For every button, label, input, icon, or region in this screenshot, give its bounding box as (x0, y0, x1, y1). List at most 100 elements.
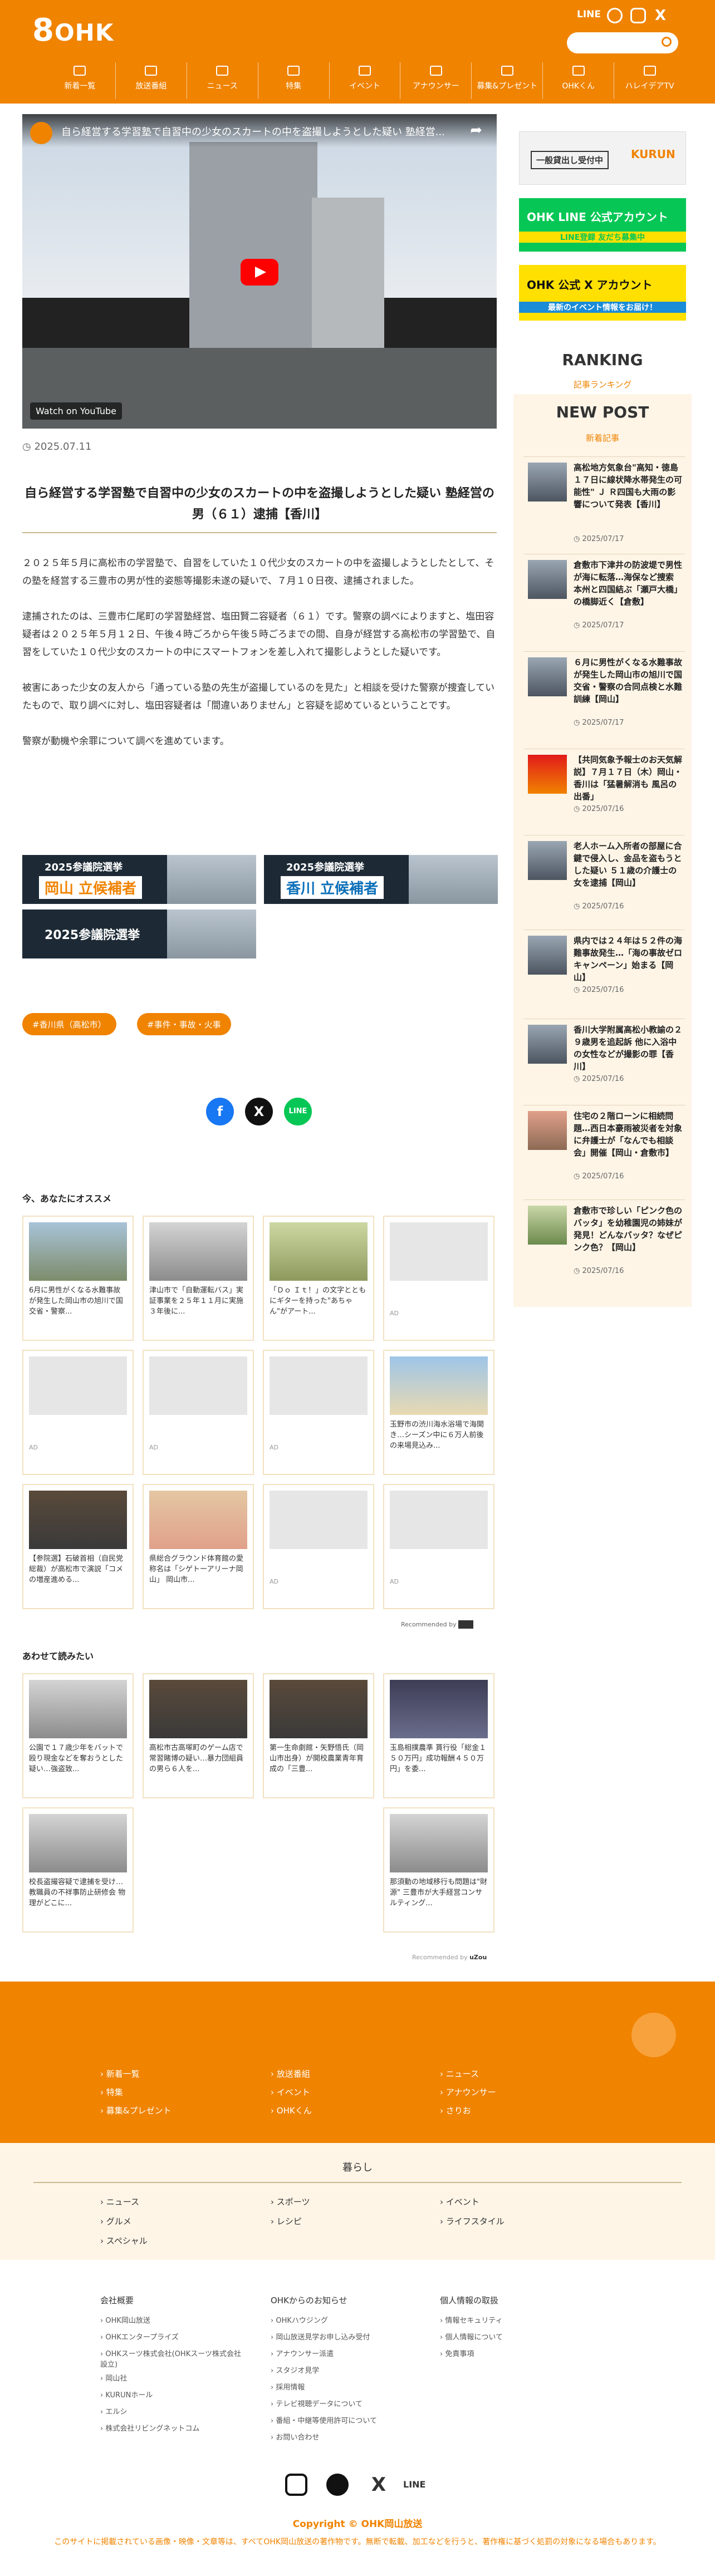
new-post-item[interactable]: 県内では２４年は５２件の海難事故発生…「海の事故ゼロキャンペーン」始まる【岡山】… (523, 930, 685, 1024)
company-link[interactable]: › OHK岡山放送 (100, 2314, 150, 2325)
recommend-card[interactable]: 玉野市の渋川海水浴場で海開き…シーズン中に６万人前後の来場見込み... (383, 1350, 494, 1475)
ad-card[interactable]: AD (263, 1484, 374, 1609)
instagram-icon[interactable] (285, 2474, 307, 2496)
recommend-card[interactable]: 津山市で「自動運転バス」実証事業を２５年１１月に実施 ３年後に... (143, 1216, 254, 1341)
ad-card[interactable]: AD (383, 1216, 494, 1341)
company-link[interactable]: › 株式会社リビングネットコム (100, 2422, 199, 2433)
okayama-candidates-banner[interactable]: 2025参議院選挙 岡山 立候補者 (22, 855, 256, 904)
recommend-card[interactable]: 6月に男性がくなる水難事故が発生した岡山市の旭川で国交省・警察... (22, 1216, 134, 1341)
x-share-icon[interactable]: X (245, 1098, 273, 1125)
tag-kagawa[interactable]: #香川県（高松市） (22, 1013, 116, 1035)
nav-programs[interactable]: 放送番組 (115, 62, 187, 99)
related-card[interactable]: 第一生命劇館・矢野悟氏（岡山市出身）が開校農業青年育成の「三豊... (263, 1673, 374, 1798)
new-post-item[interactable]: 老人ホーム入所者の部屋に合鍵で侵入し、金品を盗もうとした疑い ５１歳の介護士の女… (523, 835, 685, 930)
ranking-subtitle[interactable]: 記事ランキング (519, 378, 686, 390)
company-link[interactable]: › エルシ (100, 2406, 127, 2416)
line-account-banner[interactable]: OHK LINE 公式アカウント LINE登録 友だち募集中 (519, 198, 686, 252)
notice-link[interactable]: › スタジオ見学 (271, 2364, 319, 2375)
facebook-icon[interactable] (326, 2474, 349, 2496)
new-post-item[interactable]: 倉敷市下津井の防波堤で男性が海に転落…海保など捜索 本州と四国結ぶ「瀬戸大橋」の… (523, 554, 685, 648)
share-icon[interactable]: ➦ (470, 122, 482, 139)
related-card[interactable]: 玉島相撲農準 貰行役「総金１５０万円」成功報酬４５０万円」を委... (383, 1673, 494, 1798)
ad-card[interactable]: AD (383, 1484, 494, 1609)
kurashi-link[interactable]: › イベント (440, 2196, 479, 2208)
notice-link[interactable]: › 岡山放送見学お申し込み受付 (271, 2331, 370, 2342)
watch-on-youtube-link[interactable]: Watch on YouTube (30, 402, 122, 420)
nav-hareidea[interactable]: ハレイデアTV (614, 62, 685, 99)
privacy-link[interactable]: › 個人情報について (440, 2331, 503, 2342)
search-icon[interactable] (662, 37, 672, 47)
nav-event[interactable]: イベント (329, 62, 400, 99)
ad-card[interactable]: AD (263, 1350, 374, 1475)
notice-link[interactable]: › お問い合わせ (271, 2431, 319, 2442)
kurashi-link[interactable]: › ライフスタイル (440, 2215, 505, 2227)
company-link[interactable]: › OHKエンタープライズ (100, 2331, 179, 2342)
recommend-card[interactable]: 【参院選】石破首相（自民党総裁）が高松市で演説「コメの増産進める... (22, 1484, 134, 1609)
facebook-icon[interactable] (607, 8, 623, 23)
video-title[interactable]: 自ら経営する学習塾で自習中の少女のスカートの中を盗撮しようとした疑い 塾経営..… (22, 114, 497, 148)
election-banner[interactable]: 2025参議院選挙 (22, 910, 256, 958)
kurashi-link[interactable]: › レシピ (271, 2215, 302, 2227)
company-link[interactable]: › OHKスーツ株式会社(OHKスーツ株式会社設立) (100, 2348, 245, 2369)
x-icon[interactable]: X (655, 8, 670, 23)
new-post-item[interactable]: 倉敷市で珍しい「ピンク色のバッタ」を幼稚園児の姉妹が発見！どんなバッタ？なぜピン… (523, 1199, 685, 1294)
ohk-logo[interactable]: 8OHK (32, 12, 114, 48)
new-post-item[interactable]: 住宅の２階ローンに相続問題…西日本豪雨被災者を対象に弁護士が「なんでも相談会」開… (523, 1105, 685, 1199)
related-card[interactable]: 那須動の地域移行も問題は"財源" 三豊市が大手経営コンサルティング... (383, 1807, 494, 1933)
notice-link[interactable]: › 番組・中継等使用許可について (271, 2415, 377, 2425)
company-link[interactable]: › 岡山社 (100, 2372, 127, 2383)
kurashi-link[interactable]: › ニュース (100, 2196, 139, 2208)
kurashi-link[interactable]: › スペシャル (100, 2235, 148, 2246)
new-post-item[interactable]: ６月に男性がくなる水難事故が発生した岡山市の旭川で国交省・警察の合同点検と水難訓… (523, 651, 685, 746)
notice-link[interactable]: › テレビ視聴データについて (271, 2398, 363, 2408)
new-post-item[interactable]: 香川大学附属高松小教諭の２９歳男を追起訴 他に入浴中の女性などが撮影の罪【香川】… (523, 1019, 685, 1113)
footer-link[interactable]: › イベント (271, 2086, 310, 2098)
kurashi-link[interactable]: › スポーツ (271, 2196, 310, 2208)
ad-card[interactable]: AD (143, 1350, 254, 1475)
new-post-item[interactable]: 【共同気象予報士のお天気解説】７月１７日（木）岡山・香川は「猛暑解消も 風呂の出… (523, 749, 685, 843)
nav-ohkkun[interactable]: OHKくん (542, 62, 614, 99)
related-card[interactable]: 公園で１７歳少年をバットで殴り現金などを奪おうとした疑い…強盗致... (22, 1673, 134, 1798)
x-icon[interactable]: X (368, 2474, 390, 2496)
footer-link[interactable]: › アナウンサー (440, 2086, 496, 2098)
line-icon[interactable]: LINE (403, 2474, 425, 2496)
ad-card[interactable]: AD (22, 1350, 134, 1475)
search-input[interactable] (567, 32, 678, 53)
x-account-banner[interactable]: OHK 公式 X アカウント 最新のイベント情報をお届け！ (519, 265, 686, 321)
kagawa-candidates-banner[interactable]: 2025参議院選挙 香川 立候補者 (264, 855, 498, 904)
related-card[interactable]: 高松市古高塚町のゲーム店で常習賭博の疑い…暴力団組員の男ら６人を... (143, 1673, 254, 1798)
nav-announcer[interactable]: アナウンサー (400, 62, 471, 99)
play-button[interactable] (241, 259, 278, 286)
line-link[interactable]: LINE (577, 9, 601, 20)
youtube-video-player[interactable]: 自ら経営する学習塾で自習中の少女のスカートの中を盗撮しようとした疑い 塾経営..… (22, 114, 497, 429)
facebook-share-icon[interactable]: f (206, 1098, 234, 1125)
recommend-card[interactable]: 「Ｄｏ Ｉｔ！」の文字とともにギターを持った"あちゃん"がアート... (263, 1216, 374, 1341)
ohk-kun-mascot-icon[interactable] (631, 2013, 676, 2057)
kurun-hall-banner[interactable]: 一般貸出し受付中 KURUN (519, 131, 686, 185)
footer-link[interactable]: › 特集 (100, 2086, 123, 2098)
new-post-item[interactable]: 高松地方気象台"高知・徳島１７日に線状降水帯発生の可能性" Ｊ Ｒ四国も大雨の影… (523, 456, 685, 551)
tag-incident[interactable]: #事件・事故・火事 (137, 1013, 231, 1035)
nav-feature[interactable]: 特集 (257, 62, 329, 99)
kurashi-link[interactable]: › グルメ (100, 2215, 131, 2227)
footer-link[interactable]: › さりお (440, 2105, 471, 2116)
privacy-link[interactable]: › 免責事項 (440, 2348, 474, 2358)
notice-link[interactable]: › 採用情報 (271, 2381, 305, 2392)
footer-link[interactable]: › 放送番組 (271, 2068, 310, 2080)
notice-link[interactable]: › アナウンサー派遣 (271, 2348, 334, 2358)
footer-link[interactable]: › ニュース (440, 2068, 479, 2080)
nav-new[interactable]: 新着一覧 (45, 62, 115, 99)
recommend-card[interactable]: 県総合グラウンド体育館の愛称名は「シゲトーアリーナ岡山」 岡山市... (143, 1484, 254, 1609)
nav-present[interactable]: 募集&プレゼント (471, 62, 542, 99)
footer-link[interactable]: › 募集&プレゼント (100, 2105, 171, 2116)
notice-link[interactable]: › OHKハウジング (271, 2314, 328, 2325)
footer-link[interactable]: › OHKくん (271, 2105, 312, 2116)
line-share-icon[interactable]: LINE (284, 1098, 312, 1125)
related-card[interactable]: 校長盗撮容疑で逮捕を受け…教職員の不祥事防止研修会 物理がどこに... (22, 1807, 134, 1933)
footer-link[interactable]: › 新着一覧 (100, 2068, 140, 2080)
channel-avatar-icon[interactable] (30, 122, 52, 144)
nav-news[interactable]: ニュース (186, 62, 258, 99)
privacy-link[interactable]: › 情報セキュリティ (440, 2314, 503, 2325)
company-link[interactable]: › KURUNホール (100, 2389, 153, 2400)
instagram-icon[interactable] (630, 8, 646, 23)
